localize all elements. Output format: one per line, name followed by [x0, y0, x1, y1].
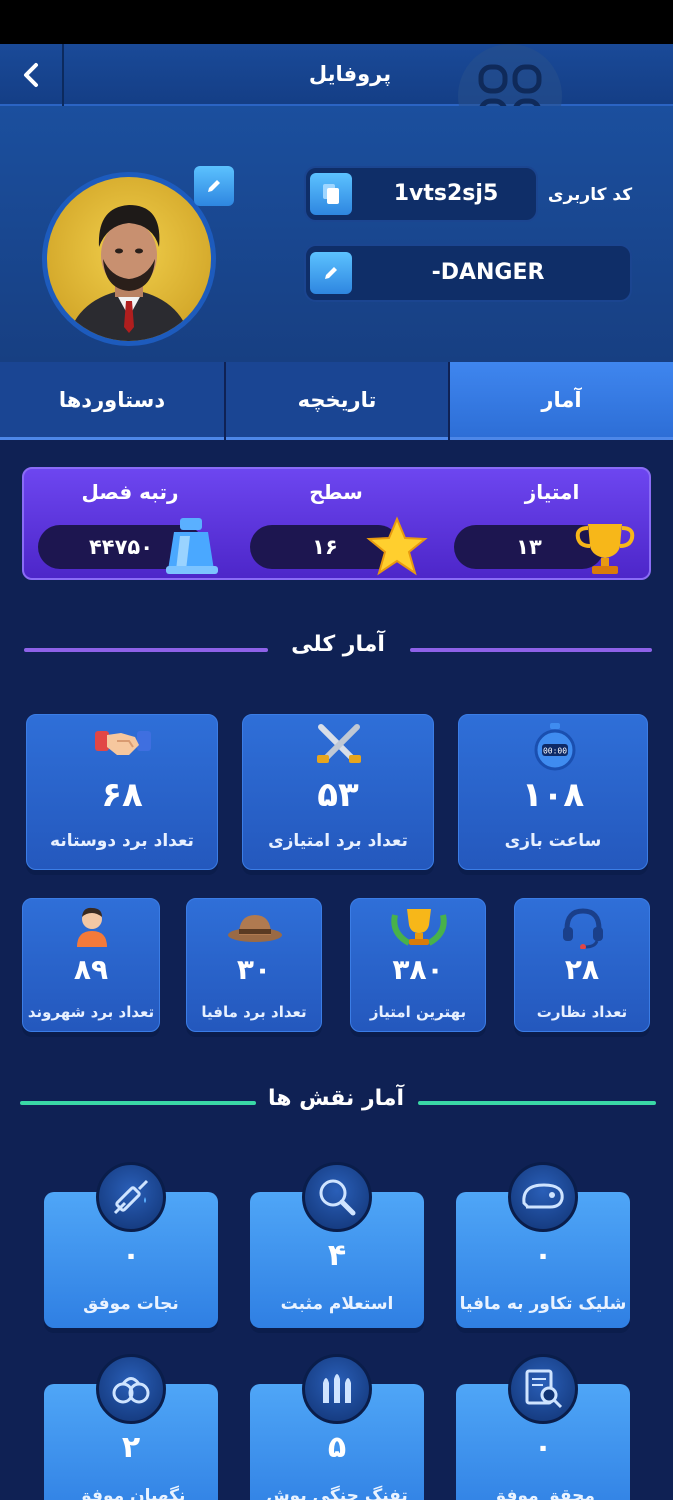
- stat-label: نگهبان موفق: [76, 1486, 186, 1500]
- back-button[interactable]: [0, 44, 64, 106]
- avatar: [42, 172, 216, 346]
- stat-value: ۰: [121, 1238, 141, 1273]
- magnifier-badge: [302, 1162, 372, 1232]
- role-stats-title: آمار نقش ها: [267, 1086, 405, 1111]
- handcuffs-badge: [96, 1354, 166, 1424]
- copy-code-button[interactable]: [310, 173, 352, 215]
- stat-card-citizen-wins: ۸۹ تعداد برد شهروند: [22, 898, 160, 1032]
- edit-nickname-button[interactable]: [310, 252, 352, 294]
- beret-icon: [522, 1183, 564, 1209]
- syringe-icon: [113, 1179, 149, 1215]
- stat-card-friendly-wins: ۶۸ تعداد برد دوستانه: [26, 714, 218, 870]
- stat-label: محقق موفق: [491, 1486, 595, 1500]
- status-bar: [0, 0, 673, 44]
- divider-line: [24, 648, 268, 652]
- bullets-icon: [323, 1374, 351, 1403]
- star-icon: [366, 516, 428, 576]
- score-label: امتیاز: [524, 480, 580, 504]
- tab-stats[interactable]: آمار: [450, 362, 673, 440]
- stat-card-ranked-wins: ۵۳ تعداد برد امتیازی: [242, 714, 434, 870]
- stat-value: ۵۳: [317, 775, 359, 815]
- headset-icon: [563, 908, 603, 949]
- nickname-field: -DANGER: [304, 244, 632, 302]
- stat-label: تعداد برد دوستانه: [50, 831, 194, 851]
- ranking-bottle-icon: [166, 518, 218, 574]
- bullets-badge: [302, 1354, 372, 1424]
- document-search-badge: [508, 1354, 578, 1424]
- stopwatch-icon: 00:00: [534, 723, 576, 771]
- rank-label: رتبه فصل: [81, 480, 179, 504]
- beret-badge: [508, 1162, 578, 1232]
- tab-history[interactable]: تاریخچه: [226, 362, 448, 440]
- tab-achievements[interactable]: دستاوردها: [0, 362, 224, 440]
- stat-label: شلیک تکاور به مافیا: [459, 1294, 627, 1314]
- crossed-swords-icon: [317, 724, 361, 763]
- stat-value: ۸۹: [73, 953, 109, 986]
- stat-card-mafia-wins: ۳۰ تعداد برد مافیا: [186, 898, 322, 1032]
- syringe-badge: [96, 1162, 166, 1232]
- general-stats-title: آمار کلی: [291, 632, 385, 657]
- user-code-label: کد کاربری: [547, 185, 633, 205]
- stat-label: تعداد نظارت: [536, 1003, 628, 1021]
- svg-text:00:00: 00:00: [543, 747, 567, 756]
- stat-value: ۳۸۰: [392, 953, 444, 986]
- divider-line: [410, 648, 652, 652]
- handshake-icon: [95, 731, 151, 755]
- stat-card-supervision: ۲۸ تعداد نظارت: [514, 898, 650, 1032]
- stat-value: ۰: [533, 1430, 553, 1465]
- stat-label: بهترین امتیاز: [369, 1003, 467, 1021]
- copy-icon: [323, 184, 339, 204]
- stat-label: استعلام مثبت: [280, 1294, 394, 1314]
- avatar-portrait: [67, 205, 191, 341]
- stat-label: ساعت بازی: [504, 831, 602, 851]
- hat-icon: [228, 915, 282, 942]
- trophy-laurel-icon: [391, 909, 447, 946]
- chevron-left-icon: [24, 63, 38, 87]
- handcuffs-icon: [112, 1377, 150, 1404]
- divider-line: [20, 1101, 256, 1105]
- level-label: سطح: [309, 480, 363, 504]
- pencil-icon: [325, 267, 337, 279]
- divider-line: [418, 1101, 656, 1105]
- stat-card-play-hours: 00:00 ۱۰۸ ساعت بازی: [458, 714, 648, 870]
- stat-label: نجات موفق: [83, 1294, 179, 1314]
- stat-value: ۲۸: [564, 953, 600, 986]
- stat-label: تفنگ جنگی بوش مند: [266, 1486, 408, 1500]
- pencil-icon: [208, 180, 220, 192]
- edit-avatar-button[interactable]: [194, 166, 234, 206]
- user-code-value: 1vts2sj5: [393, 181, 499, 206]
- page-title: پروفایل: [308, 62, 392, 86]
- stat-value: ۵: [327, 1430, 347, 1465]
- stat-card-best-score: ۳۸۰ بهترین امتیاز: [350, 898, 486, 1032]
- stat-label: تعداد برد شهروند: [27, 1003, 155, 1021]
- document-search-icon: [525, 1369, 563, 1409]
- stat-value: ۲: [121, 1430, 141, 1465]
- stat-value: ۰: [533, 1238, 553, 1273]
- trophy-icon: [575, 524, 635, 574]
- stat-value: ۳۰: [236, 953, 272, 986]
- stat-label: تعداد برد امتیازی: [268, 831, 408, 851]
- stat-label: تعداد برد مافیا: [201, 1003, 307, 1021]
- stat-value: ۱۰۸: [521, 775, 585, 815]
- citizen-icon: [77, 907, 107, 947]
- stat-value: ۶۸: [101, 775, 143, 815]
- stat-value: ۴: [327, 1238, 347, 1273]
- nickname-value: -DANGER: [431, 260, 545, 285]
- magnifier-icon: [319, 1179, 356, 1216]
